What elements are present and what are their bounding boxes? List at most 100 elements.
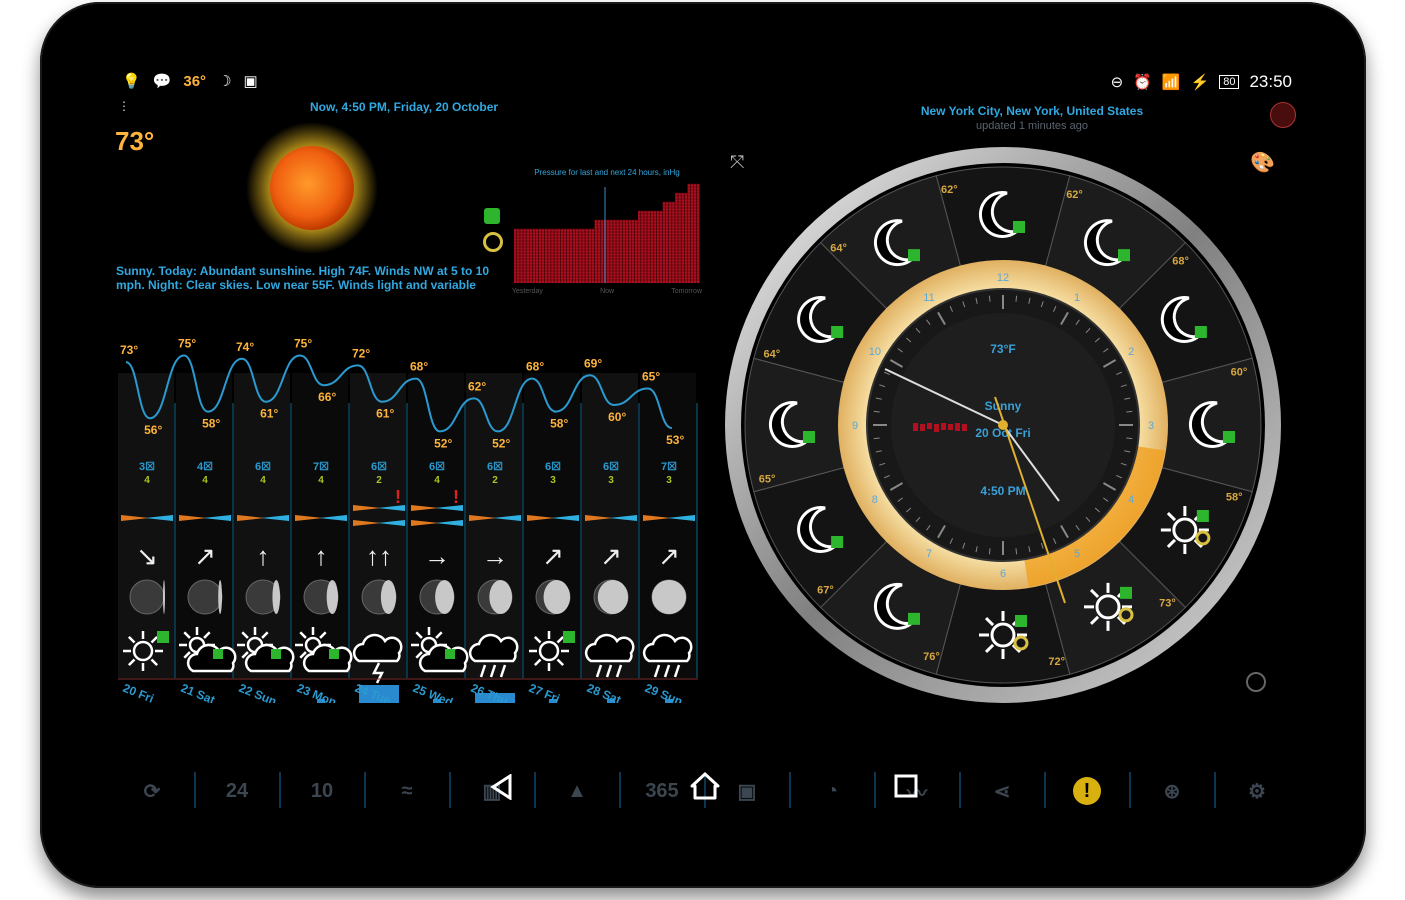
pressure-bars <box>514 183 700 283</box>
day-label: 24 Tue <box>353 681 393 703</box>
clock-hour-number: 5 <box>1074 548 1080 560</box>
wind-direction-icon: ↗ <box>658 541 680 571</box>
pressure-label-now: Now <box>600 288 615 295</box>
lightbulb-icon: 💡 <box>122 73 141 90</box>
back-button[interactable] <box>490 774 514 800</box>
forecast-chart: 73° 56° 75° 58° 74° 61° 75° 66° 72° 61° 68° 52° 62° 5… <box>118 337 698 703</box>
high-temp-label: 62° <box>468 379 486 393</box>
uv-label: 4 <box>202 475 208 486</box>
pressure-bar <box>628 220 632 283</box>
pressure-bar <box>613 220 616 283</box>
high-temp-label: 68° <box>526 360 544 374</box>
toolbar-mountain-icon[interactable]: ▲ <box>535 771 619 811</box>
wind-speed-label: 3☒ <box>139 461 155 473</box>
home-button[interactable] <box>690 772 720 800</box>
pressure-chart: Pressure for last and next 24 hours, inH… <box>512 168 702 298</box>
wind-speed-label: 4☒ <box>197 461 213 473</box>
pressure-bar <box>619 220 622 283</box>
high-temp-label: 72° <box>352 346 370 360</box>
toolbar-help-icon[interactable]: ⊛ <box>1130 771 1214 811</box>
uv-label: 4 <box>434 475 440 486</box>
toolbar-rss-icon[interactable]: ◔ <box>790 771 874 811</box>
wind-speed-label: 6☒ <box>255 461 271 473</box>
day-label: 25 Wed <box>411 681 455 703</box>
moon-phase-icon <box>593 579 629 615</box>
pressure-label-yesterday: Yesterday <box>512 288 543 295</box>
ring-indicator-icon <box>483 232 503 252</box>
high-temp-label: 65° <box>642 370 660 384</box>
low-temp-label: 53° <box>666 433 684 447</box>
moon-phase-icon <box>651 579 687 615</box>
uv-label: 2 <box>376 475 382 486</box>
clock-time: 4:50 PM <box>980 484 1025 498</box>
low-temp-label: 58° <box>202 417 220 431</box>
chat-icon: 💬 <box>152 73 172 90</box>
clock-hour-number: 7 <box>926 548 932 560</box>
clock-condition: Sunny <box>985 399 1022 413</box>
current-temperature: 73° <box>115 126 155 156</box>
clock-ring-temp: 64° <box>830 242 847 254</box>
dnd-icon: ⊖ <box>1110 74 1124 91</box>
toolbar-waves-icon[interactable]: ≈ <box>365 771 449 811</box>
location-name: New York City, New York, United States <box>920 104 1144 118</box>
moon-phase-icon <box>477 579 513 615</box>
uv-label: 3 <box>608 475 614 486</box>
wind-direction-icon: ↑ <box>315 541 328 571</box>
menu-dots-icon[interactable]: ⋮ <box>118 100 130 112</box>
status-left: 💡 💬 36° ☽ ▣ <box>122 72 258 91</box>
high-temp-label: 74° <box>236 340 254 354</box>
sun-icon <box>246 122 378 254</box>
status-time: 23:50 <box>1249 72 1292 91</box>
clock-hour-number: 8 <box>872 494 878 506</box>
pressure-bar <box>597 220 601 283</box>
pressure-bar <box>634 220 638 283</box>
avatar[interactable] <box>1270 102 1296 128</box>
recents-button[interactable] <box>894 774 918 798</box>
uv-label: 4 <box>260 475 266 486</box>
wind-direction-icon: → <box>424 541 450 571</box>
low-temp-label: 56° <box>144 423 162 437</box>
wind-direction-icon: ↘ <box>136 541 158 571</box>
toolbar-24-button[interactable]: 24 <box>195 771 279 811</box>
low-temp-label: 52° <box>434 436 452 450</box>
wind-direction-icon: ↗ <box>194 541 216 571</box>
clock-hour-number: 4 <box>1128 494 1134 506</box>
high-temp-label: 75° <box>294 337 312 351</box>
clock-hour-number: 11 <box>923 292 934 304</box>
high-temp-label: 68° <box>410 360 428 374</box>
uv-label: 3 <box>666 475 672 486</box>
uv-label: 4 <box>144 475 150 486</box>
wind-direction-icon: ↗ <box>600 541 622 571</box>
pressure-bar <box>631 220 635 283</box>
clock-ring-temp: 58° <box>1226 492 1243 504</box>
status-right: ⊖ ⏰ 📶 ⚡ 80 23:50 <box>1111 72 1292 92</box>
day-label: 27 Fri <box>527 681 562 703</box>
moon-phase-icon <box>303 579 339 615</box>
clock-ring-temp: 60° <box>1231 366 1248 378</box>
wind-speed-label: 6☒ <box>487 461 503 473</box>
pressure-title: Pressure for last and next 24 hours, inH… <box>534 168 680 177</box>
pressure-bar <box>625 220 629 283</box>
forecast-column[interactable] <box>466 373 522 678</box>
uv-label: 2 <box>492 475 498 486</box>
uv-label: 4 <box>318 475 324 486</box>
toolbar-10-button[interactable]: 10 <box>280 771 364 811</box>
pressure-bar <box>607 220 610 283</box>
day-label: 22 Sun <box>237 681 279 703</box>
clock-hour-number: 2 <box>1128 346 1134 358</box>
wind-speed-label: 7☒ <box>661 461 677 473</box>
clock-ring-temp: 62° <box>941 184 958 196</box>
clock-hour-number: 9 <box>852 420 858 432</box>
charging-icon: ⚡ <box>1190 74 1210 91</box>
clock-ring-temp: 72° <box>1048 656 1065 668</box>
forecast-column[interactable] <box>640 373 696 678</box>
pressure-bar <box>600 220 604 283</box>
toolbar-settings-icon[interactable]: ⚙ <box>1215 771 1299 811</box>
status-temp: 36° <box>183 72 207 90</box>
toolbar-refresh-icon[interactable]: ⟳ <box>110 771 194 811</box>
moon-phase-icon <box>361 579 397 615</box>
toolbar-alert-icon[interactable]: ! <box>1045 771 1129 811</box>
clock-ring-temp: 64° <box>763 348 780 360</box>
toolbar-share-icon[interactable]: ⋖ <box>960 771 1044 811</box>
clock-hour-number: 12 <box>997 272 1009 284</box>
